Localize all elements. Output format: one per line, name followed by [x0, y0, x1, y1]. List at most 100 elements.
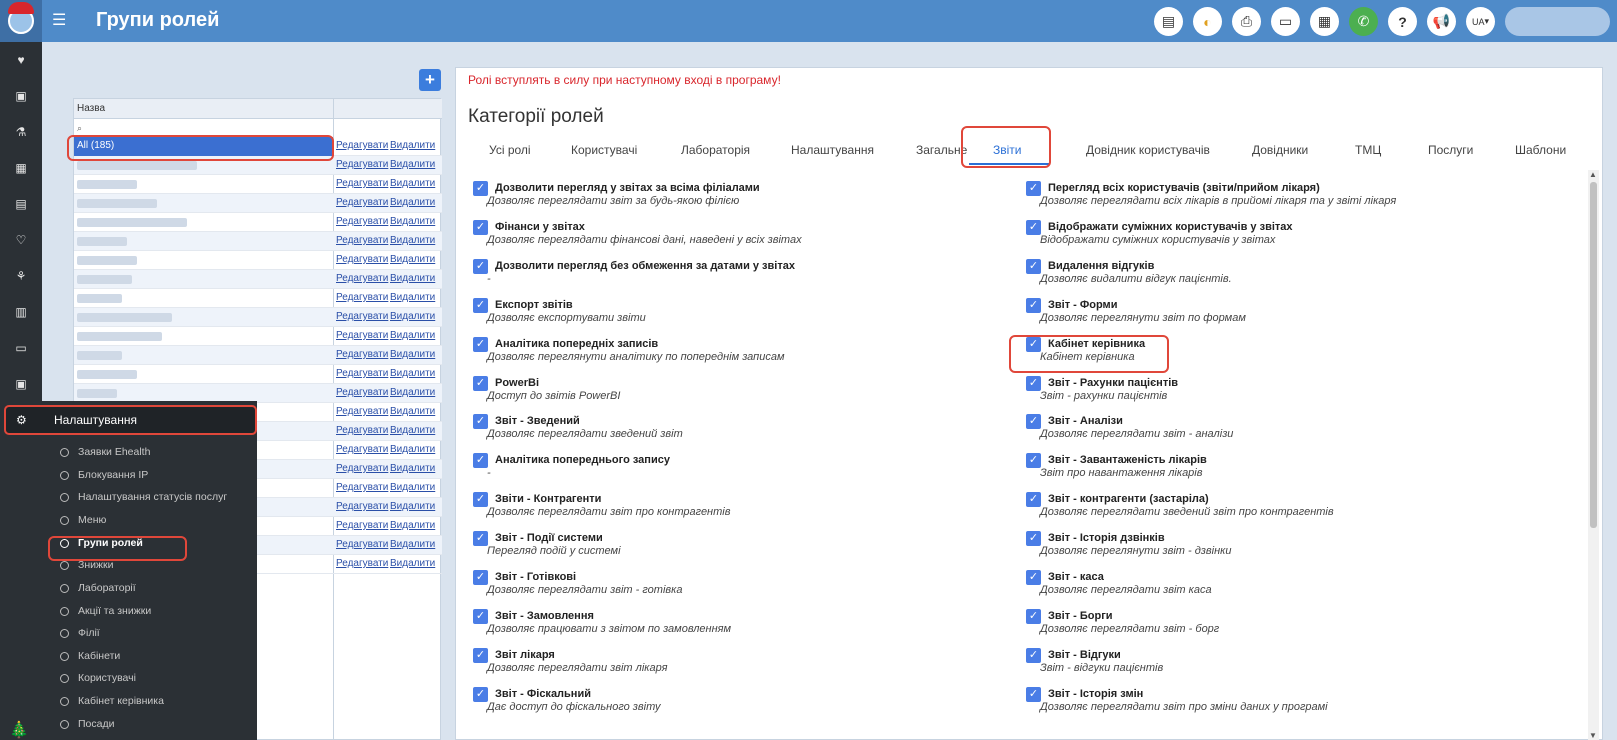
- checkbox-checked[interactable]: ✓: [473, 219, 488, 235]
- table-row[interactable]: Редагувати Видалити: [74, 213, 442, 232]
- tab-laboratory[interactable]: Лабораторія: [681, 143, 750, 157]
- tab-general[interactable]: Загальне: [916, 143, 967, 157]
- checkbox-checked[interactable]: ✓: [473, 375, 488, 391]
- edit-link[interactable]: Редагувати: [336, 368, 388, 379]
- submenu-item[interactable]: Кабінети: [60, 647, 120, 665]
- table-row[interactable]: Редагувати Видалити: [74, 289, 442, 308]
- edit-link[interactable]: Редагувати: [336, 463, 388, 474]
- edit-link[interactable]: Редагувати: [336, 558, 388, 569]
- calendar-icon[interactable]: ▦: [11, 158, 31, 178]
- megaphone-icon[interactable]: 📢: [1427, 7, 1456, 36]
- delete-link[interactable]: Видалити: [390, 311, 435, 322]
- edit-link[interactable]: Редагувати: [336, 444, 388, 455]
- checkbox-checked[interactable]: ✓: [473, 453, 488, 469]
- checkbox-checked[interactable]: ✓: [1026, 219, 1041, 235]
- table-row[interactable]: Редагувати Видалити: [74, 175, 442, 194]
- edit-link[interactable]: Редагувати: [336, 197, 388, 208]
- edit-link[interactable]: Редагувати: [336, 273, 388, 284]
- calculator-icon[interactable]: ▦: [1310, 7, 1339, 36]
- money-icon[interactable]: ▣: [11, 374, 31, 394]
- table-row[interactable]: Редагувати Видалити: [74, 270, 442, 289]
- checkbox-checked[interactable]: ✓: [1026, 531, 1041, 547]
- checkbox-checked[interactable]: ✓: [1026, 492, 1041, 508]
- role-group-name[interactable]: [77, 311, 327, 324]
- role-group-name[interactable]: [77, 330, 327, 343]
- checkbox-checked[interactable]: ✓: [1026, 375, 1041, 391]
- submenu-item[interactable]: Меню: [60, 511, 106, 529]
- submenu-item[interactable]: Посади: [60, 715, 114, 733]
- table-row[interactable]: Редагувати Видалити: [74, 194, 442, 213]
- checkbox-checked[interactable]: ✓: [1026, 608, 1041, 624]
- edit-link[interactable]: Редагувати: [336, 539, 388, 550]
- network-icon[interactable]: ⚘: [11, 266, 31, 286]
- table-row[interactable]: Редагувати Видалити: [74, 365, 442, 384]
- edit-link[interactable]: Редагувати: [336, 235, 388, 246]
- delete-link[interactable]: Видалити: [390, 197, 435, 208]
- checkbox-checked[interactable]: ✓: [473, 258, 488, 274]
- role-group-name[interactable]: [77, 216, 327, 229]
- checkbox-checked[interactable]: ✓: [1026, 686, 1041, 702]
- submenu-item[interactable]: Користувачі: [60, 669, 136, 687]
- delete-link[interactable]: Видалити: [390, 539, 435, 550]
- submenu-item[interactable]: Філії: [60, 624, 100, 642]
- tab-all-roles[interactable]: Усі ролі: [489, 143, 531, 157]
- edit-link[interactable]: Редагувати: [336, 140, 388, 151]
- role-group-name[interactable]: [77, 368, 327, 381]
- delete-link[interactable]: Видалити: [390, 140, 435, 151]
- edit-link[interactable]: Редагувати: [336, 178, 388, 189]
- checkbox-checked[interactable]: ✓: [473, 570, 488, 585]
- role-group-name[interactable]: [77, 235, 327, 248]
- checkbox-checked[interactable]: ✓: [1026, 181, 1041, 196]
- submenu-item[interactable]: Налаштування статусів послуг: [60, 488, 227, 506]
- edit-link[interactable]: Редагувати: [336, 216, 388, 227]
- edit-link[interactable]: Редагувати: [336, 292, 388, 303]
- phone-icon[interactable]: ✆: [1349, 7, 1378, 36]
- checkbox-checked[interactable]: ✓: [1026, 647, 1041, 663]
- delete-link[interactable]: Видалити: [390, 216, 435, 227]
- tab-settings[interactable]: Налаштування: [791, 143, 874, 157]
- delete-link[interactable]: Видалити: [390, 463, 435, 474]
- chat-icon[interactable]: ▤: [1154, 7, 1183, 36]
- delete-link[interactable]: Видалити: [390, 501, 435, 512]
- checkbox-checked[interactable]: ✓: [1026, 570, 1041, 585]
- flask-icon[interactable]: ⚗: [11, 122, 31, 142]
- edit-link[interactable]: Редагувати: [336, 482, 388, 493]
- submenu-header-settings[interactable]: ⚙ Налаштування: [4, 405, 257, 435]
- edit-link[interactable]: Редагувати: [336, 387, 388, 398]
- tab-services[interactable]: Послуги: [1428, 143, 1473, 157]
- checkbox-checked[interactable]: ✓: [473, 492, 488, 508]
- edit-link[interactable]: Редагувати: [336, 501, 388, 512]
- delete-link[interactable]: Видалити: [390, 425, 435, 436]
- user-avatar[interactable]: [1505, 7, 1610, 36]
- submenu-item[interactable]: Заявки Ehealth: [60, 443, 150, 461]
- book-icon[interactable]: ▥: [11, 302, 31, 322]
- delete-link[interactable]: Видалити: [390, 254, 435, 265]
- delete-link[interactable]: Видалити: [390, 292, 435, 303]
- card-icon[interactable]: ▭: [1271, 7, 1300, 36]
- delete-link[interactable]: Видалити: [390, 349, 435, 360]
- submenu-item[interactable]: Блокування IP: [60, 466, 148, 484]
- submenu-item[interactable]: Лабораторії: [60, 579, 136, 597]
- delete-link[interactable]: Видалити: [390, 368, 435, 379]
- heartbeat-icon[interactable]: ♡: [11, 230, 31, 250]
- checkbox-checked[interactable]: ✓: [1026, 453, 1041, 469]
- checkbox-checked[interactable]: ✓: [473, 531, 488, 547]
- table-row[interactable]: Редагувати Видалити: [74, 327, 442, 346]
- tab-user-directory[interactable]: Довідник користувачів: [1086, 143, 1210, 157]
- edit-link[interactable]: Редагувати: [336, 330, 388, 341]
- submenu-item[interactable]: Кабінет керівника: [60, 692, 164, 710]
- edit-link[interactable]: Редагувати: [336, 311, 388, 322]
- heart-icon[interactable]: ♥: [11, 50, 31, 70]
- role-group-name[interactable]: [77, 273, 327, 286]
- role-group-name[interactable]: [77, 349, 327, 362]
- role-group-name[interactable]: [77, 387, 327, 400]
- help-icon[interactable]: ?: [1388, 7, 1417, 36]
- delete-link[interactable]: Видалити: [390, 178, 435, 189]
- add-role-group-button[interactable]: +: [419, 69, 441, 91]
- submenu-item[interactable]: Акції та знижки: [60, 602, 151, 620]
- checkbox-checked[interactable]: ✓: [473, 336, 488, 352]
- pdf-icon[interactable]: ⎙: [1232, 7, 1261, 36]
- table-row[interactable]: Редагувати Видалити: [74, 308, 442, 327]
- checkbox-checked[interactable]: ✓: [473, 647, 488, 663]
- checkbox-checked[interactable]: ✓: [1026, 297, 1041, 313]
